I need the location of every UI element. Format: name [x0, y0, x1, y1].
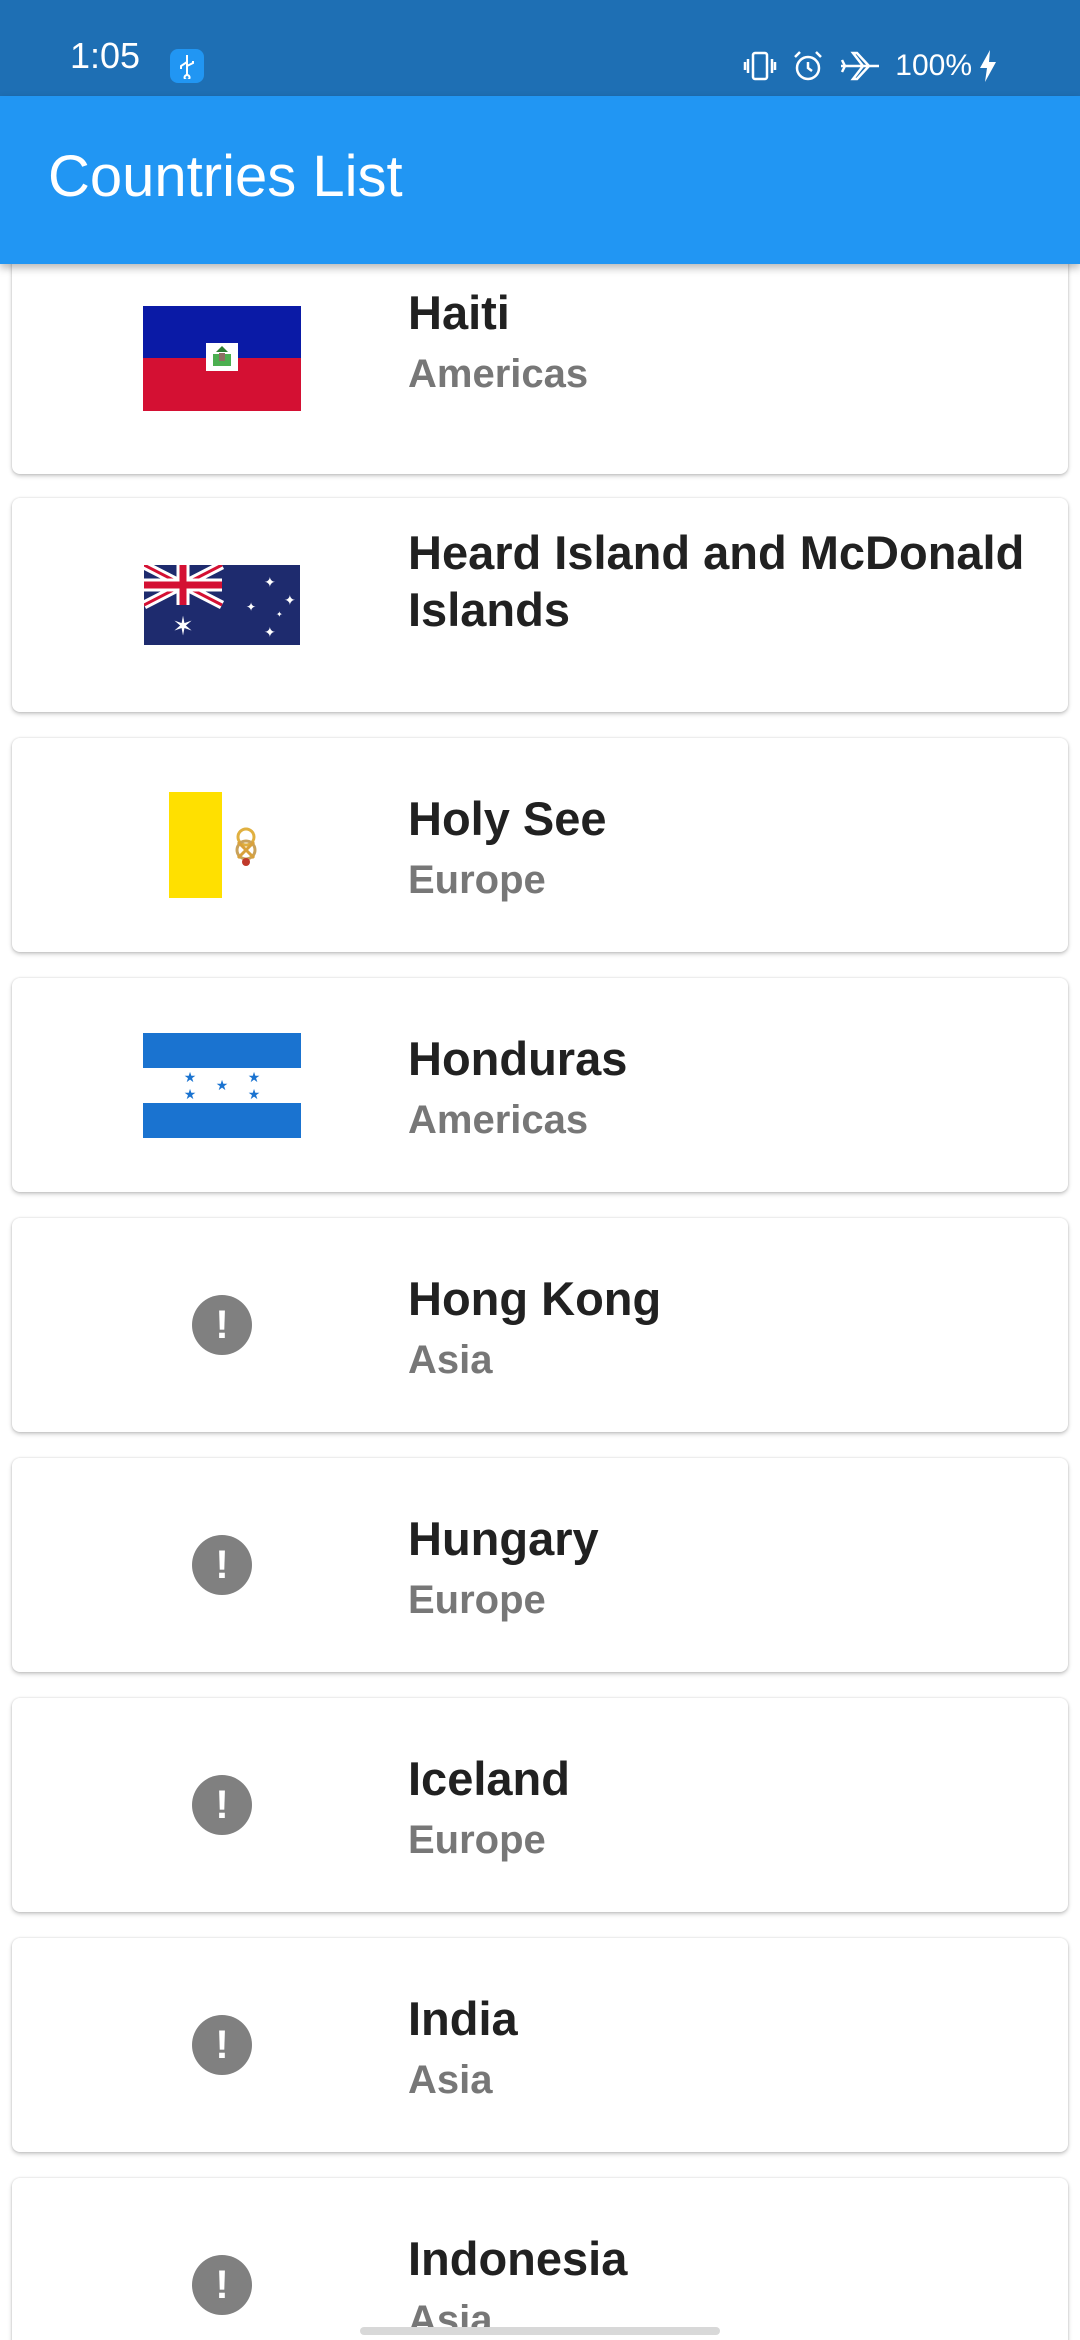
svg-text:✶: ✶ [172, 612, 194, 642]
country-name: Haiti [408, 286, 510, 339]
svg-text:✦: ✦ [284, 593, 296, 609]
country-card[interactable]: ! India Asia [12, 1938, 1068, 2152]
flag-thumbnail: ★ ★ ★ ★ ★ [130, 978, 314, 1192]
flag-thumbnail: ! [130, 1938, 314, 2152]
svg-text:★: ★ [248, 1087, 261, 1103]
honduras-flag-icon: ★ ★ ★ ★ ★ [143, 1032, 301, 1138]
flag-thumbnail: ! [130, 1698, 314, 1912]
countries-list[interactable]: Haiti Americas ✶ ✦ ✦ ✦ ✦ ✦ Heard Island … [0, 264, 1080, 2340]
svg-text:✦: ✦ [264, 575, 276, 591]
svg-text:✦: ✦ [246, 600, 256, 614]
country-region: Americas [408, 352, 589, 396]
usb-icon [170, 49, 204, 83]
country-name: Indonesia [408, 2232, 628, 2285]
country-card[interactable]: ★ ★ ★ ★ ★ Honduras Americas [12, 978, 1068, 1192]
country-card[interactable]: ✶ ✦ ✦ ✦ ✦ ✦ Heard Island and McDonald Is… [12, 498, 1068, 712]
status-time: 1:05 [70, 35, 141, 76]
flag-thumbnail [130, 264, 314, 474]
app-bar: Countries List [0, 96, 1080, 264]
country-name: Hong Kong [408, 1272, 662, 1325]
alert-icon: ! [192, 1775, 252, 1835]
country-card[interactable]: ! Indonesia Asia [12, 2178, 1068, 2340]
charging-icon [980, 50, 996, 82]
airplane-mode-icon [841, 51, 880, 81]
country-name: Heard Island and McDonald Islands [408, 526, 1025, 636]
vibrate-icon [744, 51, 777, 81]
country-name: Holy See [408, 792, 607, 845]
flag-thumbnail [130, 738, 314, 952]
home-indicator[interactable] [360, 2327, 720, 2335]
battery-percent: 100% [895, 49, 972, 82]
country-card[interactable]: ! Hong Kong Asia [12, 1218, 1068, 1432]
australia-flag-icon: ✶ ✦ ✦ ✦ ✦ ✦ [144, 565, 300, 645]
country-name: Iceland [408, 1752, 570, 1805]
svg-text:★: ★ [184, 1070, 197, 1086]
holy-see-flag-icon [169, 792, 275, 898]
country-card[interactable]: ! Hungary Europe [12, 1458, 1068, 1672]
country-region: Europe [408, 1578, 546, 1622]
country-card[interactable]: ! Iceland Europe [12, 1698, 1068, 1912]
alert-icon: ! [192, 1295, 252, 1355]
country-card[interactable]: Holy See Europe [12, 738, 1068, 952]
svg-text:★: ★ [248, 1070, 261, 1086]
svg-text:✦: ✦ [264, 625, 276, 641]
alarm-icon [794, 51, 823, 81]
country-region: Asia [408, 2058, 493, 2102]
flag-thumbnail: ! [130, 1218, 314, 1432]
svg-text:★: ★ [184, 1087, 197, 1103]
country-region: Americas [408, 1098, 589, 1142]
country-card[interactable]: Haiti Americas [12, 264, 1068, 474]
svg-text:★: ★ [216, 1078, 229, 1094]
status-bar: 1:05 100% [0, 0, 1080, 96]
app-title: Countries List [48, 144, 403, 209]
haiti-flag-icon [143, 305, 301, 411]
flag-thumbnail: ✶ ✦ ✦ ✦ ✦ ✦ [130, 498, 314, 712]
flag-thumbnail: ! [130, 2178, 314, 2340]
country-region: Asia [408, 1338, 493, 1382]
status-icons: 100% [743, 46, 1012, 86]
alert-icon: ! [192, 2255, 252, 2315]
country-region: Europe [408, 1818, 546, 1862]
country-name: India [408, 1992, 518, 2045]
alert-icon: ! [192, 1535, 252, 1595]
country-region: Europe [408, 858, 546, 902]
country-name: Hungary [408, 1512, 599, 1565]
alert-icon: ! [192, 2015, 252, 2075]
country-name: Honduras [408, 1032, 628, 1085]
flag-thumbnail: ! [130, 1458, 314, 1672]
svg-text:✦: ✦ [276, 610, 283, 619]
